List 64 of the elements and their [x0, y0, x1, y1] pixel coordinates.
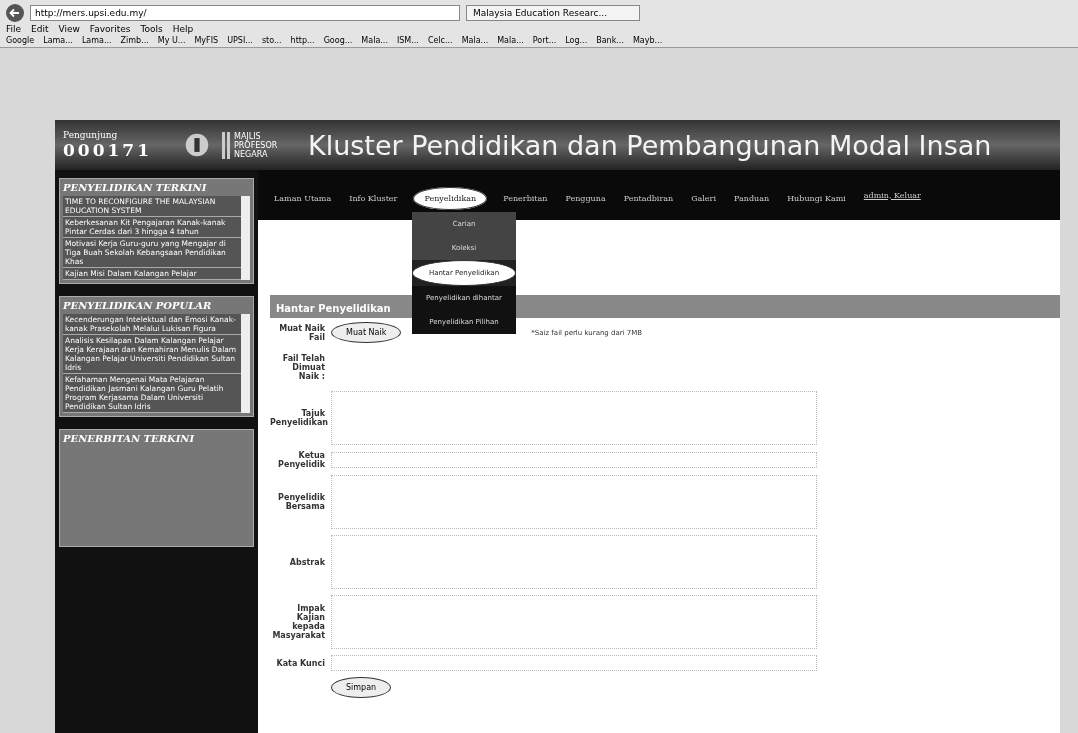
- address-bar[interactable]: http://mers.upsi.edu.my/: [30, 5, 460, 21]
- bookmark-link[interactable]: Mala...: [497, 36, 524, 45]
- text-area[interactable]: [331, 535, 817, 589]
- field-label: Fail Telah Dimuat Naik :: [281, 353, 325, 381]
- nav-tab[interactable]: Pengguna: [563, 190, 608, 206]
- menu-item[interactable]: Favorites: [89, 24, 131, 34]
- field-label: Kata Kunci: [275, 658, 325, 668]
- nav-tab[interactable]: Panduan: [732, 190, 772, 206]
- bookmark-link[interactable]: Log...: [565, 36, 588, 45]
- bookmark-link[interactable]: Lama...: [81, 36, 112, 45]
- text-area[interactable]: [331, 391, 817, 445]
- emblem-icon: [184, 132, 210, 158]
- menu-item[interactable]: Tools: [140, 24, 163, 34]
- field-label: Abstrak: [288, 557, 325, 567]
- site-title: Kluster Pendidikan dan Pembangunan Modal Insan: [308, 129, 992, 161]
- field-label: Penyelidik Bersama: [277, 493, 325, 511]
- bookmark-link[interactable]: Port...: [532, 36, 557, 45]
- menu-item[interactable]: Edit: [31, 24, 49, 34]
- nav-tab[interactable]: Galeri: [689, 190, 718, 206]
- nav-tab[interactable]: Info Kluster: [347, 190, 400, 206]
- scrollbar[interactable]: [241, 196, 250, 280]
- scrollbar[interactable]: [241, 314, 250, 413]
- menu-item[interactable]: View: [58, 24, 80, 34]
- logo-text: MAJLIS PROFESOR NEGARA: [222, 131, 296, 159]
- field-label: Impak Kajian kepada Masyarakat: [271, 604, 325, 640]
- nav-tab[interactable]: Pentadbiran: [621, 190, 676, 206]
- bookmark-link[interactable]: Goog...: [323, 36, 353, 45]
- bookmark-link[interactable]: Mala...: [461, 36, 489, 45]
- menu-item[interactable]: Help: [172, 24, 194, 34]
- bookmark-link[interactable]: Celc...: [427, 36, 453, 45]
- nav-tab[interactable]: Laman Utama: [272, 190, 334, 206]
- bookmark-link[interactable]: Bank...: [596, 36, 624, 45]
- panel-title: PENYELIDIKAN POPULAR: [63, 300, 213, 311]
- nav-tab[interactable]: Penyelidikan: [413, 186, 488, 210]
- form-title: Hantar Penyelidikan: [276, 303, 391, 314]
- input-field[interactable]: [331, 655, 817, 671]
- panel-title: PENERBITAN TERKINI: [63, 433, 196, 444]
- bookmark-link[interactable]: UPSI...: [227, 36, 253, 45]
- bookmark-link[interactable]: Google: [6, 36, 35, 45]
- bookmark-link[interactable]: ISM...: [396, 36, 419, 45]
- back-button[interactable]: [6, 4, 24, 22]
- bookmark-link[interactable]: Mala...: [361, 36, 388, 45]
- bookmark-link[interactable]: MyFIS: [194, 36, 219, 45]
- bookmark-link[interactable]: My U...: [157, 36, 186, 45]
- counter-label: Pengunjung: [63, 130, 119, 140]
- browser-tab[interactable]: Malaysia Education Researc...: [466, 5, 640, 21]
- bookmark-link[interactable]: Mayb...: [632, 36, 663, 45]
- menu-item[interactable]: File: [6, 24, 22, 34]
- nav-tab[interactable]: Hubungi Kami: [785, 190, 848, 206]
- bookmark-link[interactable]: Zimb...: [120, 36, 149, 45]
- bookmark-link[interactable]: Lama...: [43, 36, 73, 45]
- field-label: Ketua Penyelidik: [277, 451, 325, 469]
- text-area[interactable]: [331, 595, 817, 649]
- upload-button[interactable]: Muat Naik: [331, 322, 402, 343]
- save-button[interactable]: Simpan: [331, 677, 392, 698]
- field-label: Muat Naik Fail: [278, 323, 325, 342]
- bookmark-link[interactable]: sto...: [261, 36, 282, 45]
- text-area[interactable]: [331, 475, 817, 529]
- visitor-counter: 000171: [63, 140, 152, 160]
- input-field[interactable]: [331, 452, 817, 468]
- panel-title: PENYELIDIKAN TERKINI: [63, 182, 208, 193]
- logout-link[interactable]: admin, Keluar: [861, 187, 923, 203]
- nav-tab[interactable]: Penerbitan: [501, 190, 550, 206]
- bookmark-link[interactable]: http...: [290, 36, 315, 45]
